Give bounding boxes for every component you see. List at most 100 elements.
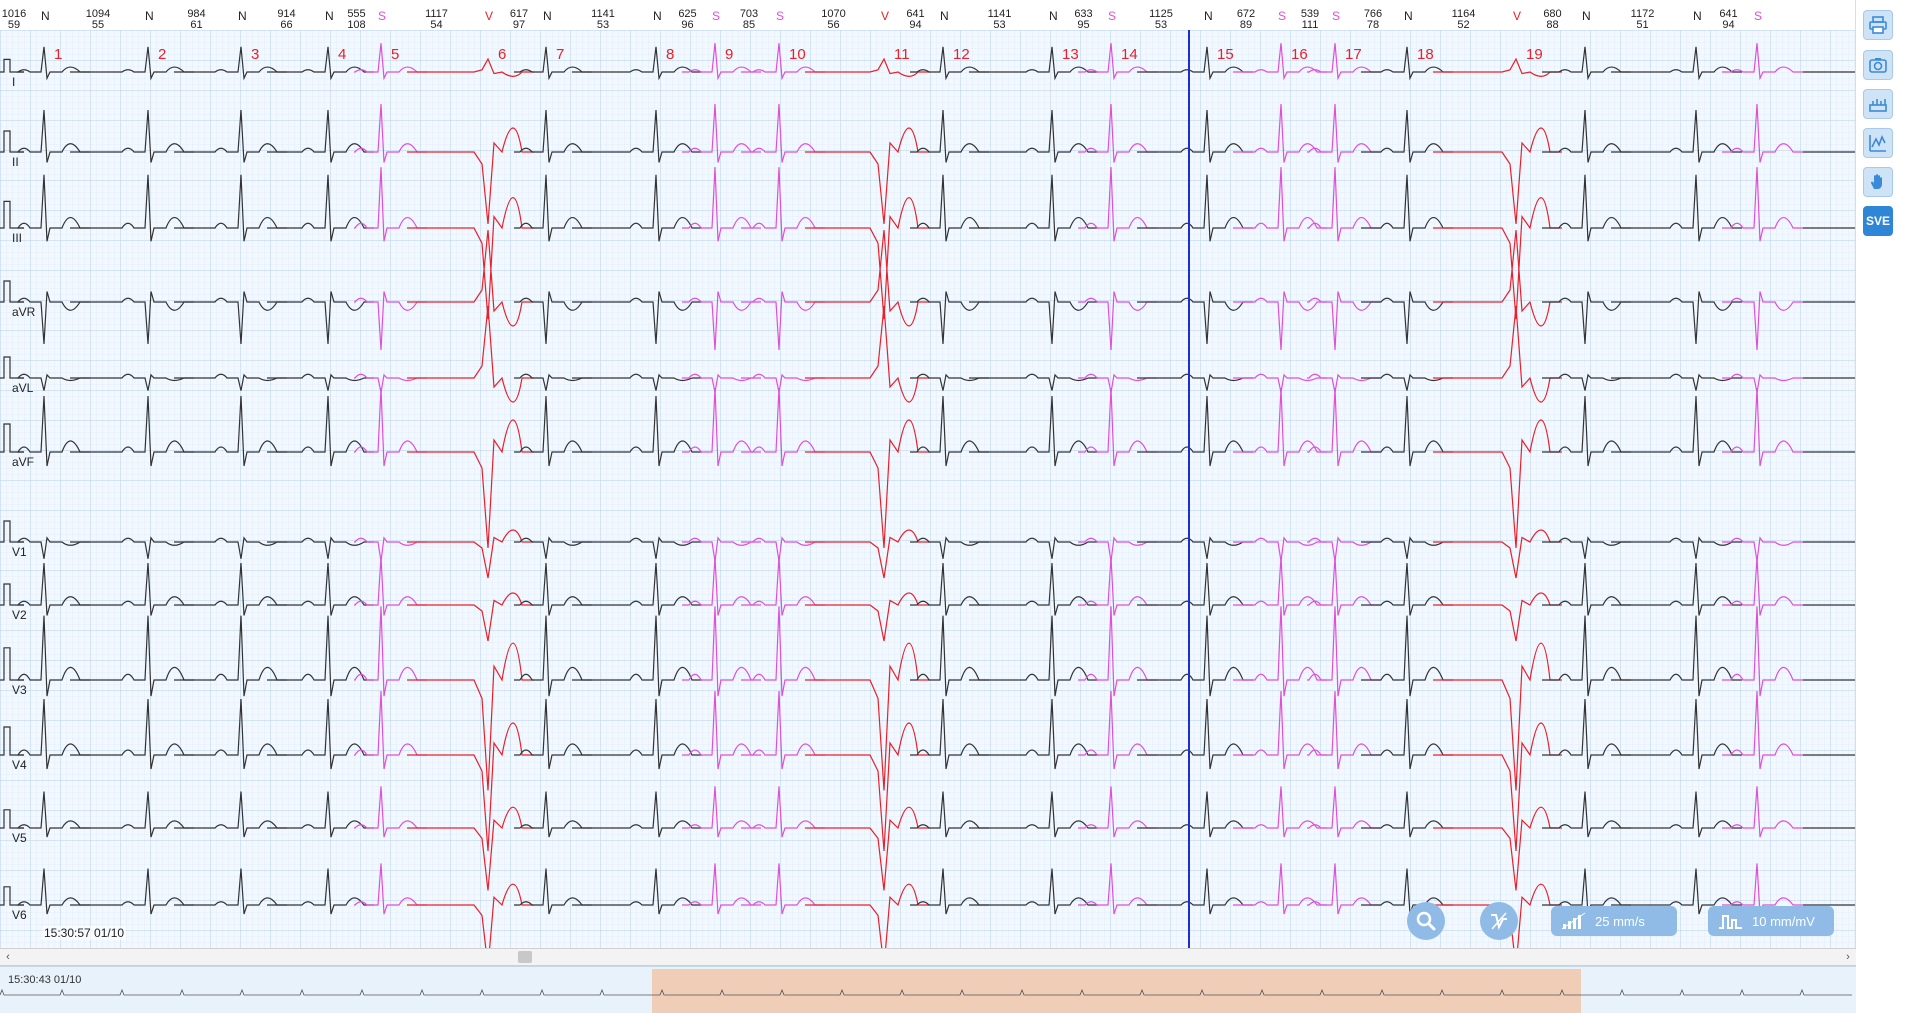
signal-bars-icon — [1561, 912, 1586, 930]
lead-label-v4: V4 — [12, 758, 27, 772]
heart-rate-label: 66 — [280, 19, 292, 31]
camera-icon — [1869, 58, 1887, 73]
speed-label: 25 mm/s — [1595, 913, 1645, 929]
beat-type-label: V — [1513, 9, 1521, 23]
beat-type-label: N — [1693, 9, 1702, 23]
heart-rate-label: 51 — [1636, 19, 1648, 31]
heart-rate-label: 53 — [1155, 19, 1167, 31]
calibration-pulse-icon — [1719, 915, 1742, 929]
beat-number: 18 — [1417, 46, 1434, 63]
ecg-grid — [0, 30, 1856, 948]
beat-type-label: S — [378, 9, 386, 23]
hand-tool-button[interactable] — [1863, 167, 1893, 197]
beat-type-label: S — [776, 9, 784, 23]
beat-type-label: V — [485, 9, 493, 23]
heart-rate-label: 97 — [513, 19, 525, 31]
ecg-strip[interactable]: N N N N S V N N S S V N N S N S S N V N N S101659109455984619… — [0, 0, 1856, 948]
search-icon — [1416, 911, 1436, 931]
beat-type-label: S — [712, 9, 720, 23]
heart-rate-label: 108 — [347, 19, 365, 31]
strip-timestamp: 15:30:57 01/10 — [42, 926, 127, 940]
print-button[interactable] — [1863, 10, 1893, 40]
beat-type-label: S — [1278, 9, 1286, 23]
heart-rate-label: 89 — [1240, 19, 1252, 31]
ecg-viewer[interactable]: N N N N S V N N S S V N N S N S S N V N N S 1016 59 1094 55 984 61 9… — [0, 0, 1856, 948]
horizontal-scrollbar[interactable]: ‹ › — [0, 948, 1856, 966]
heart-rate-label: 59 — [8, 19, 20, 31]
lead-label-avf: aVF — [12, 455, 34, 469]
lead-label-ii: II — [12, 155, 19, 169]
beat-number: 12 — [953, 46, 970, 63]
lead-label-v2: V2 — [12, 608, 27, 622]
beat-type-label: N — [543, 9, 552, 23]
heart-rate-label: 53 — [993, 19, 1005, 31]
measure-button[interactable] — [1863, 128, 1893, 158]
beat-type-label: N — [238, 9, 247, 23]
beat-number: 13 — [1062, 46, 1079, 63]
beat-type-label: N — [41, 9, 50, 23]
beat-number: 15 — [1217, 46, 1234, 63]
beat-number: 11 — [894, 46, 910, 63]
lead-label-v1: V1 — [12, 545, 27, 559]
heart-rate-label: 88 — [1546, 19, 1558, 31]
heart-rate-label: 111 — [1302, 19, 1319, 31]
speed-control[interactable]: 25 mm/s — [1551, 906, 1677, 936]
snapshot-button[interactable] — [1863, 50, 1893, 80]
gain-control[interactable]: 10 mm/mV — [1708, 906, 1834, 936]
scroll-right-icon[interactable]: › — [1840, 949, 1856, 965]
beat-number: 2 — [158, 46, 166, 63]
beat-number: 5 — [391, 46, 399, 63]
right-toolbar: SVE — [1855, 0, 1913, 1012]
lead-label-iii: III — [12, 231, 22, 245]
lead-label-v3: V3 — [12, 683, 27, 697]
lead-label-i: I — [12, 75, 15, 89]
heart-rate-label: 61 — [190, 19, 202, 31]
zoom-button[interactable] — [1407, 902, 1445, 940]
hand-icon — [1870, 174, 1882, 189]
heart-rate-label: 96 — [681, 19, 693, 31]
heart-rate-label: 94 — [909, 19, 921, 31]
beat-type-label: S — [1108, 9, 1116, 23]
overview-strip[interactable]: 15:30:43 01/10 — [0, 966, 1856, 1013]
lead-label-v6: V6 — [12, 908, 27, 922]
lead-label-avl: aVL — [12, 381, 34, 395]
beat-number: 17 — [1345, 46, 1362, 63]
measure-icon — [1869, 135, 1886, 152]
caliper-icon — [1491, 912, 1507, 930]
beat-number: 14 — [1121, 46, 1138, 63]
beat-number: 7 — [556, 46, 564, 63]
heart-rate-label: 53 — [597, 19, 609, 31]
beat-number: 9 — [725, 46, 733, 63]
beat-type-label: N — [653, 9, 662, 23]
overview-waveform — [0, 988, 1852, 996]
beat-type-label: N — [145, 9, 154, 23]
beat-number: 4 — [338, 46, 346, 63]
beat-type-label: S — [1332, 9, 1340, 23]
beat-type-label: N — [940, 9, 949, 23]
caliper-button[interactable] — [1480, 902, 1518, 940]
ruler-icon — [1869, 99, 1887, 112]
beat-number: 8 — [666, 46, 674, 63]
beat-type-label: N — [1204, 9, 1213, 23]
beat-type-label: N — [1049, 9, 1058, 23]
beat-number: 16 — [1291, 46, 1308, 63]
beat-number: 1 — [54, 46, 62, 63]
lead-label-v5: V5 — [12, 831, 27, 845]
heart-rate-label: 94 — [1722, 19, 1734, 31]
heart-rate-label: 95 — [1077, 19, 1089, 31]
beat-type-label: V — [881, 9, 889, 23]
scroll-thumb[interactable] — [518, 951, 532, 963]
sve-button[interactable]: SVE — [1863, 206, 1893, 236]
heart-rate-label: 85 — [743, 19, 755, 31]
beat-type-label: N — [1582, 9, 1591, 23]
beat-number: 6 — [498, 46, 506, 63]
beat-number: 3 — [251, 46, 259, 63]
print-icon — [1869, 16, 1887, 34]
beat-type-label: S — [1754, 9, 1762, 23]
scroll-left-icon[interactable]: ‹ — [0, 949, 16, 965]
beat-number: 10 — [789, 46, 806, 63]
overview-timestamp: 15:30:43 01/10 — [8, 974, 82, 986]
ruler-button[interactable] — [1863, 89, 1893, 119]
beat-type-label: N — [1404, 9, 1413, 23]
overview-trace — [0, 988, 1852, 996]
